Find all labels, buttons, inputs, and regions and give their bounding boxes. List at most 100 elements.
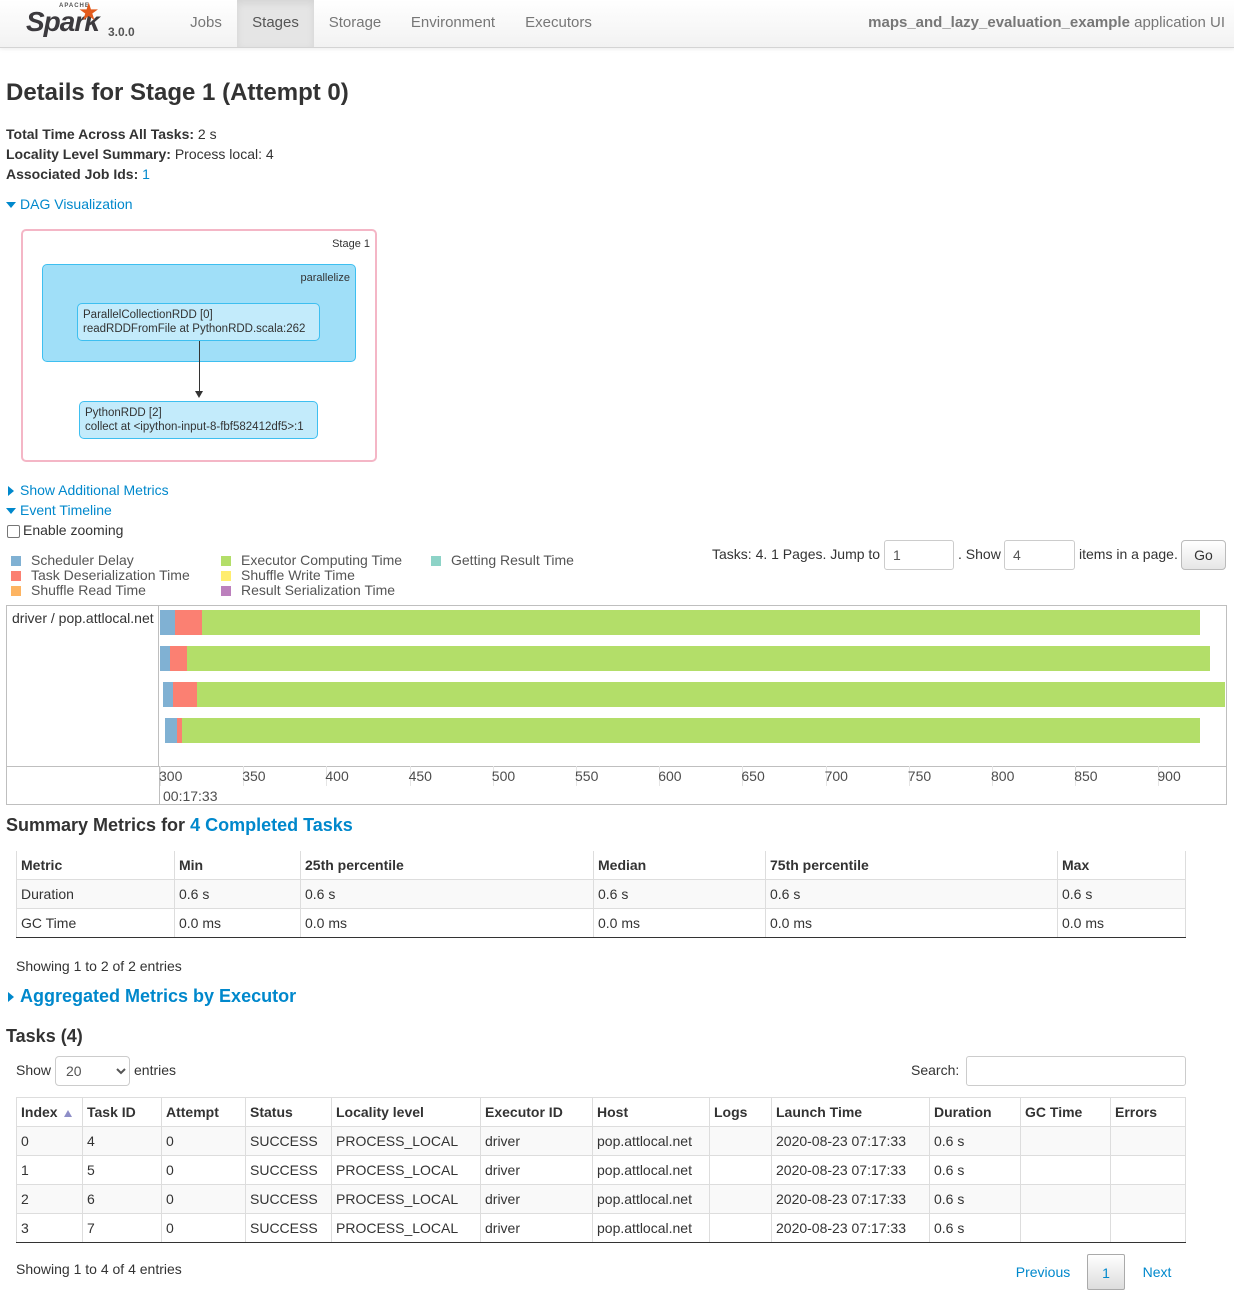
event-timeline-toggle[interactable]: Event Timeline [6, 502, 112, 518]
legend-label: Task Deserialization Time [31, 567, 190, 583]
timeline-bar-task-deserialization-time[interactable] [169, 646, 187, 671]
legend-item: Shuffle Write Time [221, 568, 402, 583]
table-cell [1020, 1155, 1111, 1185]
table-cell: 2 [16, 1184, 83, 1214]
table-cell: 2020-08-23 07:17:33 [771, 1155, 930, 1185]
legend-item: Getting Result Time [431, 553, 574, 568]
tasks-col-header[interactable]: Errors [1110, 1097, 1186, 1127]
legend-label: Scheduler Delay [31, 552, 134, 568]
tab-executors[interactable]: Executors [510, 0, 607, 47]
timeline-bar-executor-computing-time[interactable] [196, 682, 1225, 707]
table-cell [1020, 1126, 1111, 1156]
locality-label: Locality Level Summary: [6, 146, 171, 162]
tasks-col-header[interactable]: Attempt [161, 1097, 246, 1127]
spark-logo[interactable]: Spark APACHE ★ 3.0.0 [26, 0, 138, 47]
tasks-col-header[interactable]: Status [245, 1097, 332, 1127]
completed-tasks-link[interactable]: 4 Completed Tasks [190, 815, 353, 835]
timeline-bar-task-deserialization-time[interactable] [173, 682, 197, 707]
timeline-bar-executor-computing-time[interactable] [186, 646, 1210, 671]
axis-tick-label: 850 [1074, 768, 1098, 784]
timeline-pager-suffix: items in a page. [1079, 546, 1178, 562]
enable-zooming-checkbox[interactable] [7, 525, 20, 538]
job-id-link[interactable]: 1 [142, 166, 150, 182]
dag-node-parallel-collection-rdd[interactable]: ParallelCollectionRDD [0] readRDDFromFil… [77, 303, 320, 341]
dag-cluster-label: parallelize [300, 272, 350, 284]
event-timeline-label: Event Timeline [20, 502, 112, 518]
timeline-bar-scheduler-delay[interactable] [160, 646, 170, 671]
show-additional-metrics-toggle[interactable]: Show Additional Metrics [6, 482, 169, 498]
tasks-col-index[interactable]: Index [16, 1097, 83, 1127]
dag-node-callsite: collect at <ipython-input-8-fbf582412df5… [85, 421, 304, 433]
tasks-col-header[interactable]: GC Time [1020, 1097, 1111, 1127]
timeline-bar-scheduler-delay[interactable] [160, 610, 175, 635]
dag-node-python-rdd[interactable]: PythonRDD [2] collect at <ipython-input-… [79, 401, 318, 439]
timeline-group-label: driver / pop.attlocal.net [7, 606, 159, 766]
summary-cell: 0.6 s [300, 879, 594, 909]
tab-jobs[interactable]: Jobs [175, 0, 237, 47]
timeline-bar-scheduler-delay[interactable] [164, 718, 177, 743]
axis-tick-label: 750 [907, 768, 932, 784]
enable-zooming-label: Enable zooming [23, 522, 124, 538]
legend-swatch-3 [221, 556, 231, 566]
axis-tick-label: 900 [1157, 768, 1181, 784]
summary-col-header: Median [593, 851, 766, 880]
entries-per-page-select[interactable]: 20 [55, 1056, 130, 1086]
table-row: 3 7 0 SUCCESS PROCESS_LOCAL driver pop.attloca… [16, 1213, 1186, 1243]
pagination-previous[interactable]: Previous [1008, 1254, 1078, 1290]
timeline-pager-prefix: Tasks: 4. 1 Pages. Jump to [712, 546, 881, 562]
table-cell: 0.6 s [929, 1213, 1021, 1243]
summary-col-header: 25th percentile [300, 851, 594, 880]
legend-item: Scheduler Delay [11, 553, 190, 568]
jump-to-page-input[interactable] [884, 540, 954, 570]
tasks-col-header[interactable]: Duration [929, 1097, 1021, 1127]
search-input[interactable] [966, 1056, 1186, 1086]
timeline-bar-scheduler-delay[interactable] [163, 682, 174, 707]
summary-cell: 0.6 s [1057, 879, 1186, 909]
tasks-col-header[interactable]: Executor ID [480, 1097, 593, 1127]
table-cell: 5 [82, 1155, 162, 1185]
axis-tick-label: 650 [741, 768, 765, 784]
summary-cell: 0.0 ms [765, 908, 1058, 938]
timeline-bar-executor-computing-time[interactable] [181, 718, 1200, 743]
legend-label: Shuffle Write Time [241, 567, 355, 583]
app-title: maps_and_lazy_evaluation_example applica… [868, 14, 1225, 31]
go-button[interactable]: Go [1181, 540, 1226, 570]
table-cell [1110, 1184, 1186, 1214]
legend-item: Executor Computing Time [221, 553, 402, 568]
show-entries-label: Show [16, 1062, 52, 1078]
pagination-page-1[interactable]: 1 [1087, 1254, 1125, 1290]
tasks-col-header[interactable]: Task ID [82, 1097, 162, 1127]
tasks-col-header[interactable]: Logs [709, 1097, 772, 1127]
tasks-col-header[interactable]: Launch Time [771, 1097, 930, 1127]
items-per-page-input[interactable] [1004, 540, 1075, 570]
tasks-header-row: Index Task ID Attempt Status Locality le… [16, 1097, 1186, 1127]
legend-swatch-2 [11, 586, 21, 596]
table-cell [709, 1155, 772, 1185]
aggregated-metrics-link[interactable]: Aggregated Metrics by Executor [20, 986, 296, 1006]
axis-tick-label: 450 [408, 768, 432, 784]
pagination-next[interactable]: Next [1134, 1254, 1180, 1290]
dag-visualization-toggle[interactable]: DAG Visualization [6, 196, 133, 212]
timeline-bar-executor-computing-time[interactable] [201, 610, 1200, 635]
tab-storage[interactable]: Storage [314, 0, 396, 47]
tasks-col-header[interactable]: Host [592, 1097, 710, 1127]
aggregated-metrics-toggle[interactable]: Aggregated Metrics by Executor [6, 986, 296, 1007]
table-cell: 0.6 s [929, 1184, 1021, 1214]
tasks-col-header[interactable]: Locality level [331, 1097, 481, 1127]
total-time-label: Total Time Across All Tasks: [6, 126, 195, 142]
timeline-bar-task-deserialization-time[interactable] [174, 610, 202, 635]
axis-tick-label: 600 [658, 768, 682, 784]
tab-stages[interactable]: Stages [237, 0, 314, 47]
total-time-row: Total Time Across All Tasks: 2 s [6, 126, 217, 142]
spark-version: 3.0.0 [108, 25, 135, 39]
timeline-axis-line [7, 766, 1226, 767]
summary-cell: 0.0 ms [593, 908, 766, 938]
tasks-heading: Tasks (4) [6, 1026, 83, 1046]
arrowhead-icon [195, 391, 203, 398]
locality-value: Process local: 4 [174, 146, 274, 162]
table-cell: 7 [82, 1213, 162, 1243]
table-cell: 2020-08-23 07:17:33 [771, 1213, 930, 1243]
caret-down-icon [6, 202, 16, 209]
tab-environment[interactable]: Environment [396, 0, 510, 47]
summary-cell: Duration [16, 879, 175, 909]
